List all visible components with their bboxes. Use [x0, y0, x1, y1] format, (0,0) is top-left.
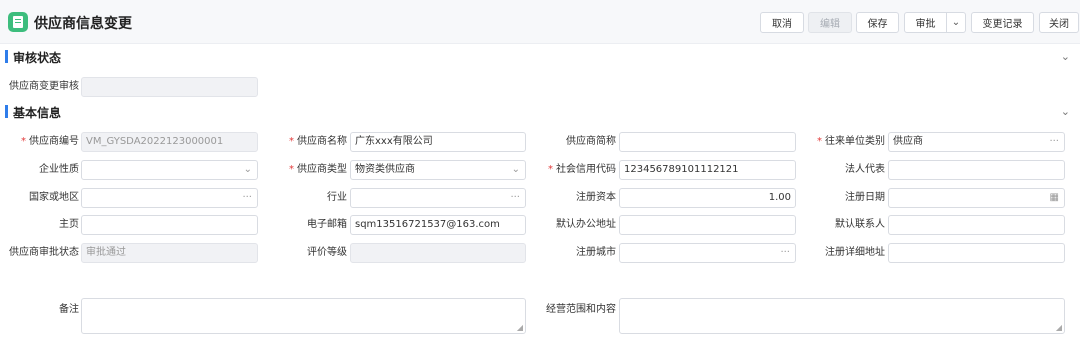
rating-field[interactable] [350, 243, 526, 263]
label-text: 供应商编号 [29, 136, 79, 147]
partner-type-field[interactable]: 供应商 ··· [888, 132, 1065, 152]
homepage-field[interactable] [81, 215, 258, 235]
section-audit-header[interactable]: 审核状态 ⌄ [0, 47, 1080, 67]
label-text: 往来单位类别 [825, 136, 885, 147]
section-accent-bar [5, 105, 8, 118]
more-icon[interactable]: ··· [1049, 133, 1059, 151]
reg-city-label: 注册城市 [576, 247, 616, 258]
chevron-down-icon[interactable]: ⌄ [244, 161, 252, 179]
homepage-label: 主页 [59, 219, 79, 230]
approval-status-label: 供应商审批状态 [9, 247, 79, 258]
document-icon [8, 12, 28, 32]
reg-address-label: 注册详细地址 [825, 247, 885, 258]
more-icon[interactable]: ··· [780, 244, 790, 262]
reg-capital-label: 注册资本 [576, 192, 616, 203]
chevron-down-icon[interactable]: ⌄ [1061, 105, 1070, 118]
chevron-down-icon[interactable]: ⌄ [512, 161, 520, 179]
more-icon[interactable]: ··· [510, 189, 520, 207]
more-icon[interactable]: ··· [242, 189, 252, 207]
country-label: 国家或地区 [29, 192, 79, 203]
required-mark: * [289, 136, 294, 147]
save-button[interactable]: 保存 [856, 12, 899, 33]
top-bar: 供应商信息变更 取消 编辑 保存 审批 ⌄ 变更记录 关闭 [0, 0, 1080, 44]
change-log-button[interactable]: 变更记录 [971, 12, 1034, 33]
supplier-name-field[interactable]: 广东xxx有限公司 [350, 132, 526, 152]
chevron-down-icon[interactable]: ⌄ [1061, 50, 1070, 63]
calendar-icon[interactable]: ▦ [1050, 189, 1059, 207]
supplier-short-field[interactable] [619, 132, 796, 152]
label-text: 社会信用代码 [556, 164, 616, 175]
industry-field[interactable]: ··· [350, 188, 526, 208]
contact-label: 默认联系人 [835, 219, 885, 230]
label-text: 供应商名称 [297, 136, 347, 147]
legal-rep-label: 法人代表 [845, 164, 885, 175]
enterprise-nature-select[interactable]: ⌄ [81, 160, 258, 180]
change-audit-field[interactable] [81, 77, 258, 97]
credit-code-label: * 社会信用代码 [530, 160, 616, 180]
edit-button[interactable]: 编辑 [808, 12, 852, 33]
partner-type-label: * 往来单位类别 [800, 132, 885, 152]
required-mark: * [817, 136, 822, 147]
reg-capital-field[interactable]: 1.00 [619, 188, 796, 208]
cancel-button[interactable]: 取消 [760, 12, 804, 33]
legal-rep-field[interactable] [888, 160, 1065, 180]
approval-status-field[interactable]: 审批通过 [81, 243, 258, 263]
reg-address-field[interactable] [888, 243, 1065, 263]
business-scope-label: 经营范围和内容 [546, 304, 616, 315]
resize-handle-icon[interactable]: ◢ [517, 324, 523, 332]
required-mark: * [289, 164, 294, 175]
supplier-code-label: * 供应商编号 [4, 132, 79, 152]
close-button[interactable]: 关闭 [1039, 12, 1079, 33]
approve-split-button: 审批 ⌄ [904, 12, 966, 33]
supplier-type-select[interactable]: 物资类供应商 ⌄ [350, 160, 526, 180]
required-mark: * [548, 164, 553, 175]
supplier-type-label: * 供应商类型 [262, 160, 347, 180]
section-title: 审核状态 [13, 51, 62, 65]
email-field[interactable]: sqm13516721537@163.com [350, 215, 526, 235]
label-text: 供应商类型 [297, 164, 347, 175]
reg-date-field[interactable]: ▦ [888, 188, 1065, 208]
resize-handle-icon[interactable]: ◢ [1056, 324, 1062, 332]
change-audit-label: 供应商变更审核 [9, 81, 79, 92]
reg-city-field[interactable]: ··· [619, 243, 796, 263]
field-value: 物资类供应商 [355, 164, 415, 175]
page-title: 供应商信息变更 [34, 16, 132, 32]
credit-code-field[interactable]: 123456789101112121 [619, 160, 796, 180]
email-label: 电子邮箱 [307, 219, 347, 230]
rating-label: 评价等级 [307, 247, 347, 258]
supplier-code-field[interactable]: VM_GYSDA2022123000001 [81, 132, 258, 152]
supplier-name-label: * 供应商名称 [262, 132, 347, 152]
remarks-label: 备注 [59, 304, 79, 315]
contact-field[interactable] [888, 215, 1065, 235]
business-scope-textarea[interactable]: ◢ [619, 298, 1065, 334]
section-title: 基本信息 [13, 106, 62, 120]
enterprise-nature-label: 企业性质 [39, 164, 79, 175]
office-address-field[interactable] [619, 215, 796, 235]
section-basic-header[interactable]: 基本信息 ⌄ [0, 102, 1080, 122]
supplier-short-label: 供应商简称 [566, 136, 616, 147]
chevron-down-icon[interactable]: ⌄ [947, 13, 965, 32]
reg-date-label: 注册日期 [845, 192, 885, 203]
remarks-textarea[interactable]: ◢ [81, 298, 526, 334]
approve-button[interactable]: 审批 [905, 13, 947, 32]
industry-label: 行业 [327, 192, 347, 203]
office-address-label: 默认办公地址 [556, 219, 616, 230]
country-field[interactable]: ··· [81, 188, 258, 208]
section-accent-bar [5, 50, 8, 63]
required-mark: * [21, 136, 26, 147]
field-value: 供应商 [893, 136, 923, 147]
